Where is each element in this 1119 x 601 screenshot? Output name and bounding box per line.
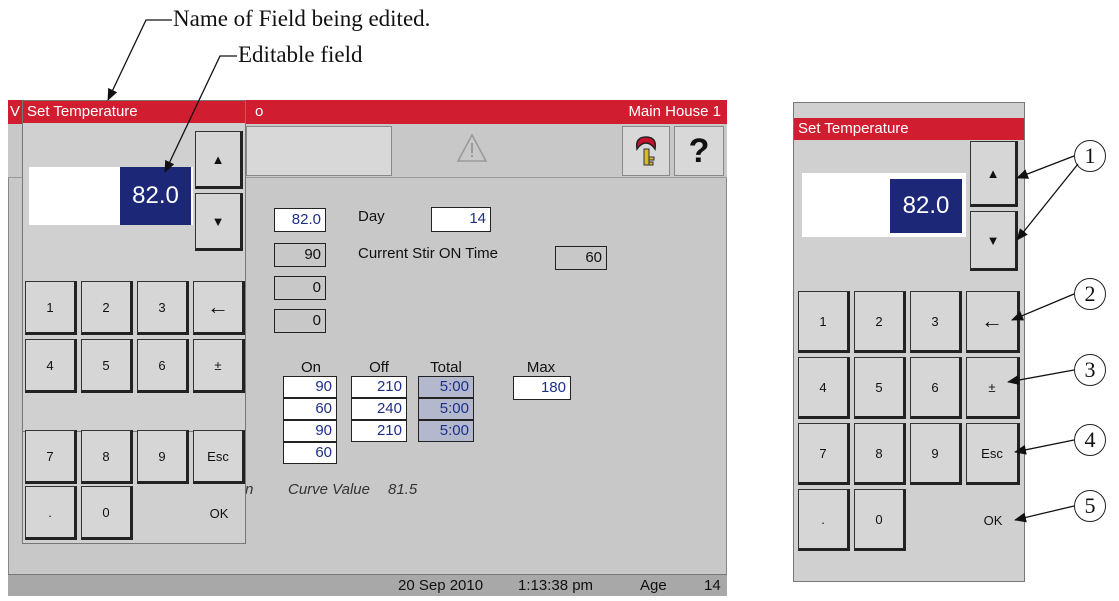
annotation-arrows bbox=[107, 19, 1079, 523]
